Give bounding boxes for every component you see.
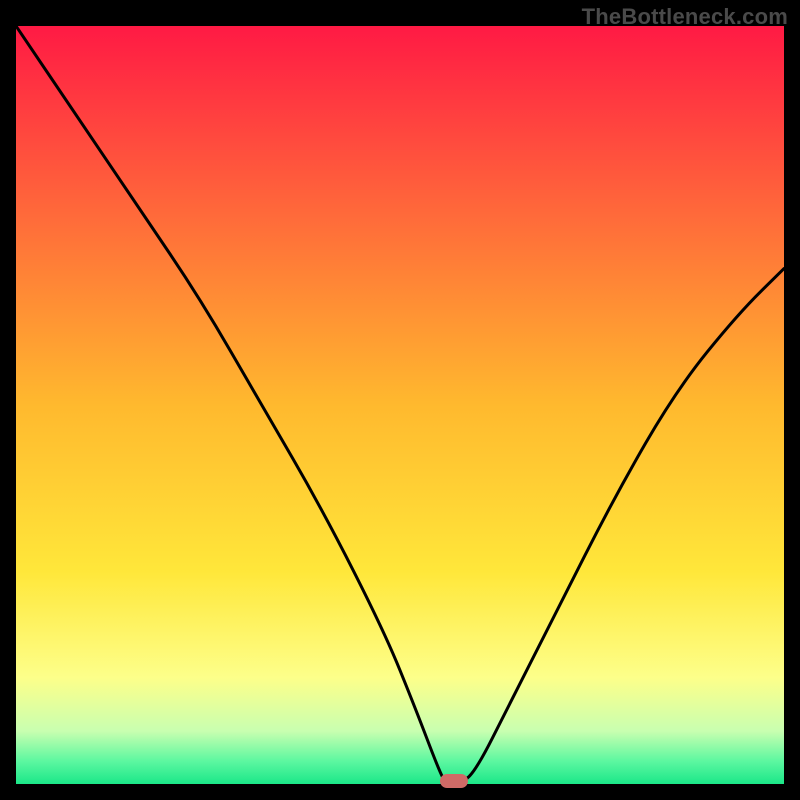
chart-container: TheBottleneck.com [0, 0, 800, 800]
watermark-text: TheBottleneck.com [582, 4, 788, 30]
optimal-point-marker [440, 774, 468, 788]
bottleneck-chart [16, 26, 784, 784]
plot-area [16, 26, 784, 784]
